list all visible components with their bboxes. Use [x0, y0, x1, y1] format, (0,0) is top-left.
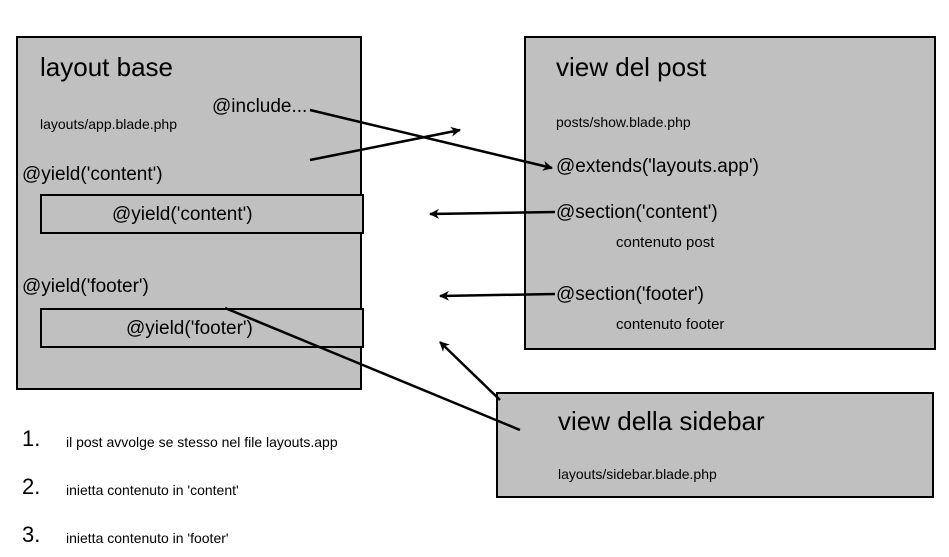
layout-base-title: layout base — [40, 52, 173, 83]
yield-footer-label: @yield('footer') — [22, 276, 149, 298]
sidebar-view-box: view della sidebar layouts/sidebar.blade… — [496, 392, 934, 498]
post-view-title: view del post — [556, 52, 706, 83]
post-view-box: view del post posts/show.blade.php @exte… — [524, 36, 936, 350]
section-content: @section('content') — [556, 202, 718, 224]
yield-footer-box: @yield('footer') — [40, 308, 364, 348]
yield-footer-inner: @yield('footer') — [126, 318, 253, 340]
list-text-1: il post avvolge se stesso nel file layou… — [66, 434, 338, 450]
layout-base-path: layouts/app.blade.php — [40, 116, 177, 132]
yield-content-box: @yield('content') — [40, 194, 364, 234]
list-number-3: 3. — [22, 522, 40, 548]
content-note: contenuto post — [616, 234, 714, 251]
yield-content-label: @yield('content') — [22, 164, 163, 186]
section-footer: @section('footer') — [556, 284, 704, 306]
sidebar-view-title: view della sidebar — [558, 406, 765, 437]
footer-note: contenuto footer — [616, 316, 724, 333]
list-text-3: inietta contenuto in 'footer' — [66, 530, 229, 546]
list-number-2: 2. — [22, 474, 40, 500]
sidebar-view-path: layouts/sidebar.blade.php — [558, 466, 717, 482]
yield-content-inner: @yield('content') — [112, 204, 253, 226]
list-text-2: inietta contenuto in 'content' — [66, 482, 239, 498]
include-directive: @include... — [212, 96, 307, 118]
arrow-sidebar-up — [440, 342, 500, 400]
extends-directive: @extends('layouts.app') — [556, 156, 759, 178]
post-view-path: posts/show.blade.php — [556, 114, 691, 130]
list-number-1: 1. — [22, 426, 40, 452]
